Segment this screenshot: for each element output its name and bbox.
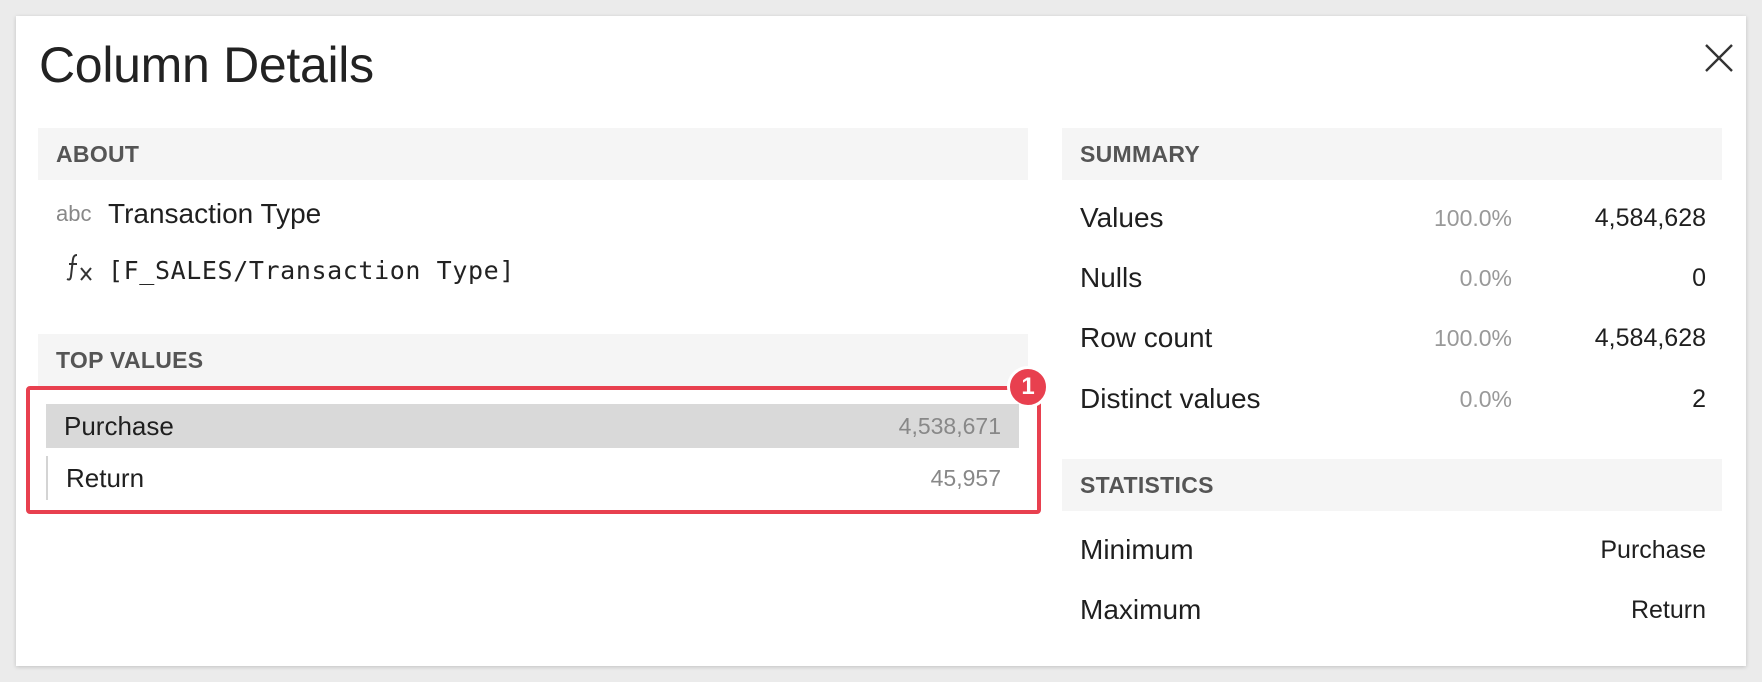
top-value-label: Purchase	[64, 410, 174, 441]
top-value-count: 4,538,671	[898, 412, 1001, 439]
summary-row-values: Values 100.0% 4,584,628	[1080, 196, 1706, 240]
summary-row-row-count: Row count 100.0% 4,584,628	[1080, 316, 1706, 360]
summary-label: Nulls	[1080, 262, 1143, 293]
close-button[interactable]	[1699, 38, 1739, 78]
statistics-section-header: STATISTICS	[1062, 459, 1722, 511]
summary-label: Values	[1080, 202, 1164, 233]
column-formula: [F_SALES/Transaction Type]	[108, 255, 515, 285]
fx-icon	[56, 252, 108, 289]
top-value-row[interactable]: Purchase 4,538,671	[46, 404, 1019, 448]
statistics-label: Maximum	[1080, 594, 1202, 625]
summary-percent: 100.0%	[1433, 324, 1512, 351]
summary-value: 4,584,628	[1594, 203, 1706, 232]
top-value-count: 45,957	[930, 464, 1001, 491]
column-formula-row: [F_SALES/Transaction Type]	[56, 248, 515, 292]
annotation-badge: 1	[1007, 366, 1049, 408]
about-section-header: ABOUT	[38, 128, 1028, 180]
summary-percent: 0.0%	[1459, 385, 1512, 412]
text-type-icon: abc	[56, 201, 92, 226]
summary-value: 4,584,628	[1594, 323, 1706, 352]
statistics-value: Purchase	[1600, 535, 1706, 564]
statistics-row-maximum: Maximum Return	[1080, 588, 1706, 632]
statistics-row-minimum: Minimum Purchase	[1080, 528, 1706, 572]
column-name: Transaction Type	[108, 198, 322, 229]
top-values-section-header: TOP VALUES	[38, 334, 1028, 386]
close-icon	[1705, 44, 1733, 72]
statistics-value: Return	[1630, 595, 1706, 624]
summary-percent: 0.0%	[1459, 264, 1512, 291]
summary-row-nulls: Nulls 0.0% 0	[1080, 256, 1706, 300]
summary-label: Distinct values	[1080, 383, 1261, 414]
summary-label: Row count	[1080, 322, 1213, 353]
summary-percent: 100.0%	[1433, 204, 1512, 231]
top-value-label: Return	[66, 462, 145, 493]
summary-section-header: SUMMARY	[1062, 128, 1722, 180]
summary-value: 2	[1692, 384, 1706, 413]
top-value-row[interactable]: Return 45,957	[46, 456, 1019, 500]
dialog-title: Column Details	[39, 37, 374, 93]
statistics-label: Minimum	[1080, 534, 1194, 565]
summary-row-distinct-values: Distinct values 0.0% 2	[1080, 377, 1706, 421]
column-type-row: abc Transaction Type	[56, 192, 321, 236]
column-details-dialog: Column Details ABOUT abc Transaction Typ…	[16, 16, 1746, 666]
summary-value: 0	[1692, 263, 1706, 292]
